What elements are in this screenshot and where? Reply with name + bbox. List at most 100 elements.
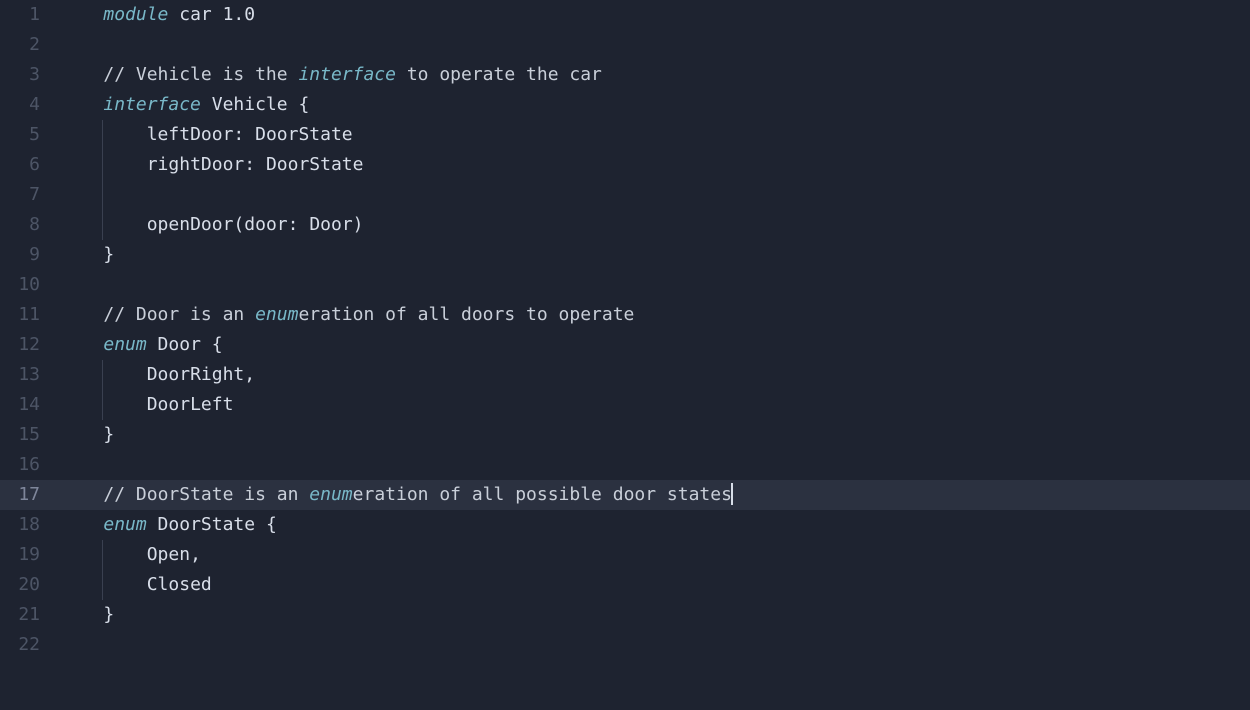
code-content[interactable]: DoorRight,	[60, 360, 1250, 390]
text-cursor	[731, 483, 733, 505]
code-content[interactable]: }	[60, 240, 1250, 270]
line-number: 9	[0, 240, 60, 270]
code-token: openDoor	[147, 214, 234, 235]
line-number: 12	[0, 330, 60, 360]
code-token: )	[353, 214, 364, 235]
line-number: 13	[0, 360, 60, 390]
code-line[interactable]: 2	[0, 30, 1250, 60]
code-line[interactable]: 7	[0, 180, 1250, 210]
line-number: 4	[0, 90, 60, 120]
code-content[interactable]: module car 1.0	[60, 0, 1250, 30]
code-content[interactable]: interface Vehicle {	[60, 90, 1250, 120]
code-content[interactable]	[60, 30, 1250, 60]
code-token: DoorState	[266, 154, 364, 175]
line-number: 7	[0, 180, 60, 210]
line-number: 2	[0, 30, 60, 60]
code-content[interactable]: DoorLeft	[60, 390, 1250, 420]
code-token: ,	[244, 364, 255, 385]
code-content[interactable]	[60, 450, 1250, 480]
code-token: (	[233, 214, 244, 235]
code-token: // Vehicle is the	[103, 64, 298, 85]
code-line[interactable]: 5 leftDoor: DoorState	[0, 120, 1250, 150]
line-number: 3	[0, 60, 60, 90]
code-content[interactable]: leftDoor: DoorState	[60, 120, 1250, 150]
code-content[interactable]: Closed	[60, 570, 1250, 600]
code-content[interactable]: }	[60, 600, 1250, 630]
code-token: Door	[147, 334, 212, 355]
line-number: 8	[0, 210, 60, 240]
code-content[interactable]	[60, 180, 1250, 210]
code-token: DoorLeft	[147, 394, 234, 415]
line-number: 19	[0, 540, 60, 570]
code-line[interactable]: 14 DoorLeft	[0, 390, 1250, 420]
code-content[interactable]: openDoor(door: Door)	[60, 210, 1250, 240]
line-number: 18	[0, 510, 60, 540]
code-token: DoorState	[255, 124, 353, 145]
code-content[interactable]: }	[60, 420, 1250, 450]
code-token: DoorState is an	[136, 484, 309, 505]
code-content[interactable]	[60, 270, 1250, 300]
code-content[interactable]: rightDoor: DoorState	[60, 150, 1250, 180]
code-content[interactable]: // Vehicle is the interface to operate t…	[60, 60, 1250, 90]
code-token: Closed	[147, 574, 212, 595]
code-content[interactable]	[60, 630, 1250, 660]
code-token: door	[244, 214, 287, 235]
code-token: :	[233, 124, 255, 145]
line-number: 14	[0, 390, 60, 420]
code-line[interactable]: 17 // DoorState is an enumeration of all…	[0, 480, 1250, 510]
code-line[interactable]: 10	[0, 270, 1250, 300]
line-number: 11	[0, 300, 60, 330]
code-token: Vehicle	[201, 94, 299, 115]
code-line[interactable]: 19 Open,	[0, 540, 1250, 570]
code-token: /	[103, 484, 114, 505]
code-line[interactable]: 4 interface Vehicle {	[0, 90, 1250, 120]
code-line[interactable]: 11 // Door is an enumeration of all door…	[0, 300, 1250, 330]
line-number: 17	[0, 480, 60, 510]
code-token: Open	[147, 544, 190, 565]
code-token: enum	[103, 334, 146, 355]
code-token	[125, 484, 136, 505]
code-token: states	[667, 484, 732, 505]
code-content[interactable]: // DoorState is an enumeration of all po…	[60, 480, 1250, 510]
line-number: 16	[0, 450, 60, 480]
code-token: {	[266, 514, 277, 535]
code-token: enum	[103, 514, 146, 535]
code-token: enum	[309, 484, 352, 505]
code-content[interactable]: enum DoorState {	[60, 510, 1250, 540]
code-token: eration of all possible door	[353, 484, 667, 505]
code-line[interactable]: 20 Closed	[0, 570, 1250, 600]
code-content[interactable]: Open,	[60, 540, 1250, 570]
code-token: :	[244, 154, 266, 175]
code-content[interactable]: // Door is an enumeration of all doors t…	[60, 300, 1250, 330]
code-editor[interactable]: 1 module car 1.02 3 // Vehicle is the in…	[0, 0, 1250, 660]
line-number: 6	[0, 150, 60, 180]
code-token: leftDoor	[147, 124, 234, 145]
code-line[interactable]: 6 rightDoor: DoorState	[0, 150, 1250, 180]
code-line[interactable]: 13 DoorRight,	[0, 360, 1250, 390]
code-token: 1.0	[223, 4, 256, 25]
code-token: interface	[103, 94, 201, 115]
code-token: {	[298, 94, 309, 115]
line-number: 22	[0, 630, 60, 660]
code-token: DoorRight	[147, 364, 245, 385]
code-token: eration of all doors to operate	[298, 304, 634, 325]
code-token: :	[288, 214, 310, 235]
code-token: /	[114, 484, 125, 505]
code-line[interactable]: 12 enum Door {	[0, 330, 1250, 360]
code-line[interactable]: 18 enum DoorState {	[0, 510, 1250, 540]
code-token: to operate the car	[396, 64, 602, 85]
code-line[interactable]: 1 module car 1.0	[0, 0, 1250, 30]
code-line[interactable]: 3 // Vehicle is the interface to operate…	[0, 60, 1250, 90]
code-token: enum	[255, 304, 298, 325]
code-content[interactable]: enum Door {	[60, 330, 1250, 360]
code-token: ,	[190, 544, 201, 565]
code-line[interactable]: 15 }	[0, 420, 1250, 450]
code-line[interactable]: 22	[0, 630, 1250, 660]
code-line[interactable]: 16	[0, 450, 1250, 480]
code-line[interactable]: 8 openDoor(door: Door)	[0, 210, 1250, 240]
code-token: // Door is an	[103, 304, 255, 325]
code-line[interactable]: 9 }	[0, 240, 1250, 270]
line-number: 5	[0, 120, 60, 150]
line-number: 21	[0, 600, 60, 630]
code-line[interactable]: 21 }	[0, 600, 1250, 630]
